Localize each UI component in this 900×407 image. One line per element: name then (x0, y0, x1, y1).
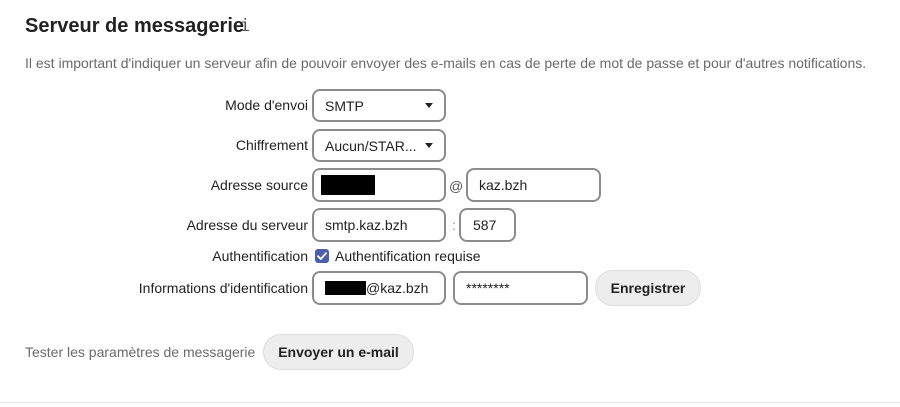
credentials-label: Informations d'identification (138, 280, 308, 296)
credentials-password-field[interactable] (453, 271, 588, 305)
encryption-select[interactable]: Aucun/STAR... (312, 129, 446, 162)
encryption-value: Aucun/STAR... (325, 137, 417, 154)
section-description: Il est important d'indiquer un serveur a… (25, 55, 867, 71)
checkmark-icon (317, 252, 327, 260)
authentication-label: Authentification (212, 248, 308, 264)
auth-required-checkbox[interactable] (315, 249, 329, 263)
username-suffix: @kaz.bzh (366, 280, 429, 296)
server-host-field[interactable] (312, 208, 446, 242)
redacted-username (321, 175, 375, 195)
server-port-field[interactable] (459, 208, 516, 242)
send-test-email-button[interactable]: Envoyer un e-mail (263, 334, 414, 370)
at-symbol: @ (449, 178, 464, 194)
chevron-down-icon (425, 143, 433, 148)
section-divider (0, 402, 900, 403)
source-user-field[interactable] (312, 168, 446, 202)
auth-required-label[interactable]: Authentification requise (335, 248, 481, 264)
test-settings-label: Tester les paramètres de messagerie (25, 344, 256, 360)
send-mode-select[interactable]: SMTP (312, 89, 446, 122)
source-address-label: Adresse source (210, 177, 308, 193)
encryption-label: Chiffrement (235, 137, 308, 153)
page-title: Serveur de messagerie (25, 15, 245, 37)
server-address-label: Adresse du serveur (186, 217, 308, 233)
info-icon[interactable]: i (240, 16, 250, 36)
credentials-username-field[interactable]: @kaz.bzh (312, 271, 446, 305)
source-domain-field[interactable] (466, 168, 601, 202)
port-separator: : (452, 217, 456, 233)
send-mode-label: Mode d'envoi (225, 97, 308, 113)
redacted-username (325, 281, 366, 295)
save-button[interactable]: Enregistrer (595, 270, 701, 306)
send-mode-value: SMTP (325, 97, 364, 114)
chevron-down-icon (425, 103, 433, 108)
